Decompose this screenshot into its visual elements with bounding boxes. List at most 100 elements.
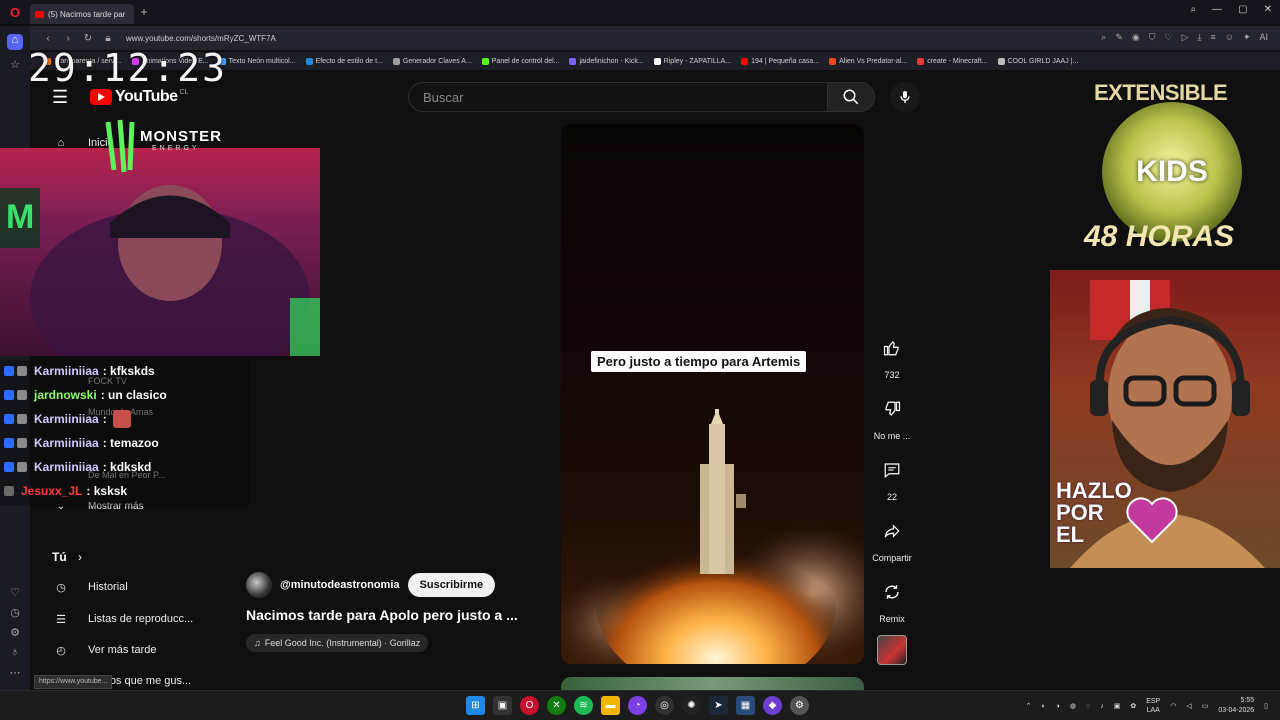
next-short-preview[interactable]	[561, 677, 864, 690]
dislike-button[interactable]: No me ...	[870, 391, 914, 441]
edit-icon[interactable]: ✎	[1115, 32, 1123, 43]
notifications-icon[interactable]: ▯	[1264, 702, 1268, 710]
xbox-icon[interactable]: ✕	[547, 696, 566, 715]
youtube-logo[interactable]: YouTube CL	[90, 88, 189, 106]
browser-tab-active[interactable]: (5) Nacimos tarde par	[30, 4, 134, 24]
screen: O (5) Nacimos tarde par + ⌕ — ▢ ✕ ⌂ ☆ ♡ …	[0, 0, 1280, 720]
bookmark-item[interactable]: Texto Neón multicol...	[218, 57, 296, 65]
heart-bookmark-icon[interactable]: ♡	[1164, 32, 1172, 43]
obs-icon[interactable]: ◎	[655, 696, 674, 715]
steam-tray-icon[interactable]: ◍	[1070, 702, 1076, 710]
short-video-player[interactable]: Pero justo a tiempo para Artemis	[561, 124, 864, 664]
speaker-icon[interactable]: ◁	[1186, 702, 1191, 710]
settings-gear-icon[interactable]: ⚙	[790, 696, 809, 715]
bookmarks-star-icon[interactable]: ☆	[7, 58, 23, 74]
music-chip[interactable]: ♫ Feel Good Inc. (Instrumental) · Gorill…	[246, 634, 429, 652]
chat-message: Karmiiniiaa : kfkskds	[4, 360, 155, 382]
sidebar-item-watch-later[interactable]: ◴ Ver más tarde	[52, 639, 156, 661]
tray-app-icon[interactable]: ◌	[1086, 703, 1090, 710]
tray-app-icon[interactable]: ✿	[1130, 702, 1136, 710]
steam-icon[interactable]: ➤	[709, 696, 728, 715]
like-button[interactable]: 732	[870, 330, 914, 380]
more-dots-icon[interactable]: ⋯	[7, 666, 23, 682]
tray-app-icon[interactable]: ◑	[1056, 703, 1060, 710]
extensions-icon[interactable]: ✦	[1243, 32, 1251, 43]
chevron-up-icon[interactable]: ⌃	[1026, 702, 1032, 710]
forward-arrow-icon[interactable]: ›	[58, 33, 78, 44]
windows-start-icon[interactable]: ⊞	[466, 696, 485, 715]
bookmark-item[interactable]: create - Minecraft...	[917, 57, 988, 65]
aria-ai-icon[interactable]: AI	[1259, 32, 1268, 43]
settings-gear-icon[interactable]: ⚙	[7, 626, 23, 642]
app-icon[interactable]: ◆	[763, 696, 782, 715]
subscribe-button[interactable]: Suscribirme	[407, 573, 496, 597]
maximize-button[interactable]: ▢	[1238, 4, 1247, 15]
browser-tab-bar: O (5) Nacimos tarde par + ⌕ — ▢ ✕	[0, 0, 1280, 24]
opera-browser-icon[interactable]: O	[520, 696, 539, 715]
shield-icon[interactable]: ⛉	[1149, 32, 1156, 43]
sidebar-item-playlists[interactable]: ☰ Listas de reproducc...	[52, 608, 193, 630]
chatgpt-icon[interactable]: ✺	[682, 696, 701, 715]
chevron-right-icon: ›	[78, 550, 83, 564]
bookmark-item[interactable]: COOL GIRLD JAAJ |...	[997, 57, 1078, 65]
home-speed-dial-icon[interactable]: ⌂	[7, 34, 23, 50]
short-title[interactable]: Nacimos tarde para Apolo pero justo a ..…	[246, 607, 518, 623]
dislike-circle	[874, 391, 910, 427]
history-clock-icon[interactable]: ◷	[7, 606, 23, 622]
system-clock[interactable]: 5:55 03-04-2026	[1218, 696, 1254, 716]
new-tab-button[interactable]: +	[134, 5, 154, 19]
extension-toolbar: ⌕ ✎ ◉ ⛉ ♡ ▷ ⤓ ≡ ☺ ✦ AI	[1101, 32, 1268, 43]
share-button[interactable]: Compartir	[870, 513, 914, 563]
search-button[interactable]	[827, 82, 875, 112]
menu-icon[interactable]: ≡	[1210, 32, 1215, 43]
bookmark-item[interactable]: Alien Vs Predator-al...	[829, 57, 907, 65]
history-icon: ◷	[56, 581, 66, 594]
close-window-button[interactable]: ✕	[1264, 4, 1272, 15]
bookmark-item[interactable]: jaidefinichon - Kick...	[569, 57, 644, 65]
spotify-icon[interactable]: ≋	[574, 696, 593, 715]
sidebar-item-label: Ver más tarde	[88, 644, 157, 656]
tips-bulb-icon[interactable]: ♁	[7, 646, 23, 662]
comments-button[interactable]: 22	[870, 452, 914, 502]
bookmark-item[interactable]: Generador Claves A...	[392, 57, 472, 65]
channel-row: @minutodeastronomia Suscribirme	[246, 572, 496, 598]
zoom-icon[interactable]: ⌕	[1101, 32, 1106, 43]
battery-icon[interactable]: ▭	[1202, 702, 1209, 710]
voice-search-button[interactable]	[890, 82, 920, 112]
energy-wordmark: ENERGY	[152, 145, 200, 152]
search-tabs-icon[interactable]: ⌕	[1191, 4, 1197, 15]
volume-tray-icon[interactable]: ♪	[1100, 703, 1104, 710]
file-explorer-icon[interactable]: ▬	[601, 696, 620, 715]
language-indicator[interactable]: ESP LAA	[1146, 697, 1160, 715]
you-section-header[interactable]: Tú ›	[52, 550, 82, 564]
heart-icon[interactable]: ♡	[7, 586, 23, 602]
camera-icon[interactable]: ◉	[1132, 32, 1140, 43]
url-field[interactable]: www.youtube.com/shorts/mRyZC_WTF7A	[126, 34, 276, 43]
bookmark-item[interactable]: 194 | Pequeña casa...	[741, 57, 819, 65]
calculator-icon[interactable]: ▦	[736, 696, 755, 715]
badge-icon	[17, 462, 27, 472]
share-circle	[874, 513, 910, 549]
remix-button[interactable]: Remix	[870, 574, 914, 624]
downloads-icon[interactable]: ⤓	[1197, 32, 1201, 43]
sound-thumbnail[interactable]	[877, 635, 907, 665]
play-icon[interactable]: ▷	[1182, 32, 1189, 43]
profile-icon[interactable]: ☺	[1225, 32, 1234, 43]
sidebar-item-history[interactable]: ◷ Historial	[52, 576, 128, 598]
bookmark-item[interactable]: Efecto de estilo de t...	[305, 57, 383, 65]
messenger-icon[interactable]: ◔	[628, 696, 647, 715]
tray-app-icon[interactable]: ▣	[1114, 702, 1121, 710]
opera-logo-icon[interactable]: O	[0, 0, 30, 24]
minimize-button[interactable]: —	[1212, 4, 1222, 15]
guide-menu-icon[interactable]: ☰	[52, 87, 68, 108]
channel-avatar[interactable]	[246, 572, 272, 598]
back-arrow-icon[interactable]: ‹	[38, 33, 58, 44]
bookmark-item[interactable]: Panel de control del...	[481, 57, 559, 65]
channel-name[interactable]: @minutodeastronomia	[280, 579, 400, 591]
bookmark-item[interactable]: Ripley - ZAPATILLA...	[653, 57, 731, 65]
reload-icon[interactable]: ↻	[78, 33, 98, 44]
tray-app-icon[interactable]: ◐	[1041, 703, 1045, 710]
task-view-icon[interactable]: ▣	[493, 696, 512, 715]
search-input[interactable]: Buscar	[408, 82, 828, 112]
wifi-icon[interactable]: ◠	[1170, 702, 1176, 710]
